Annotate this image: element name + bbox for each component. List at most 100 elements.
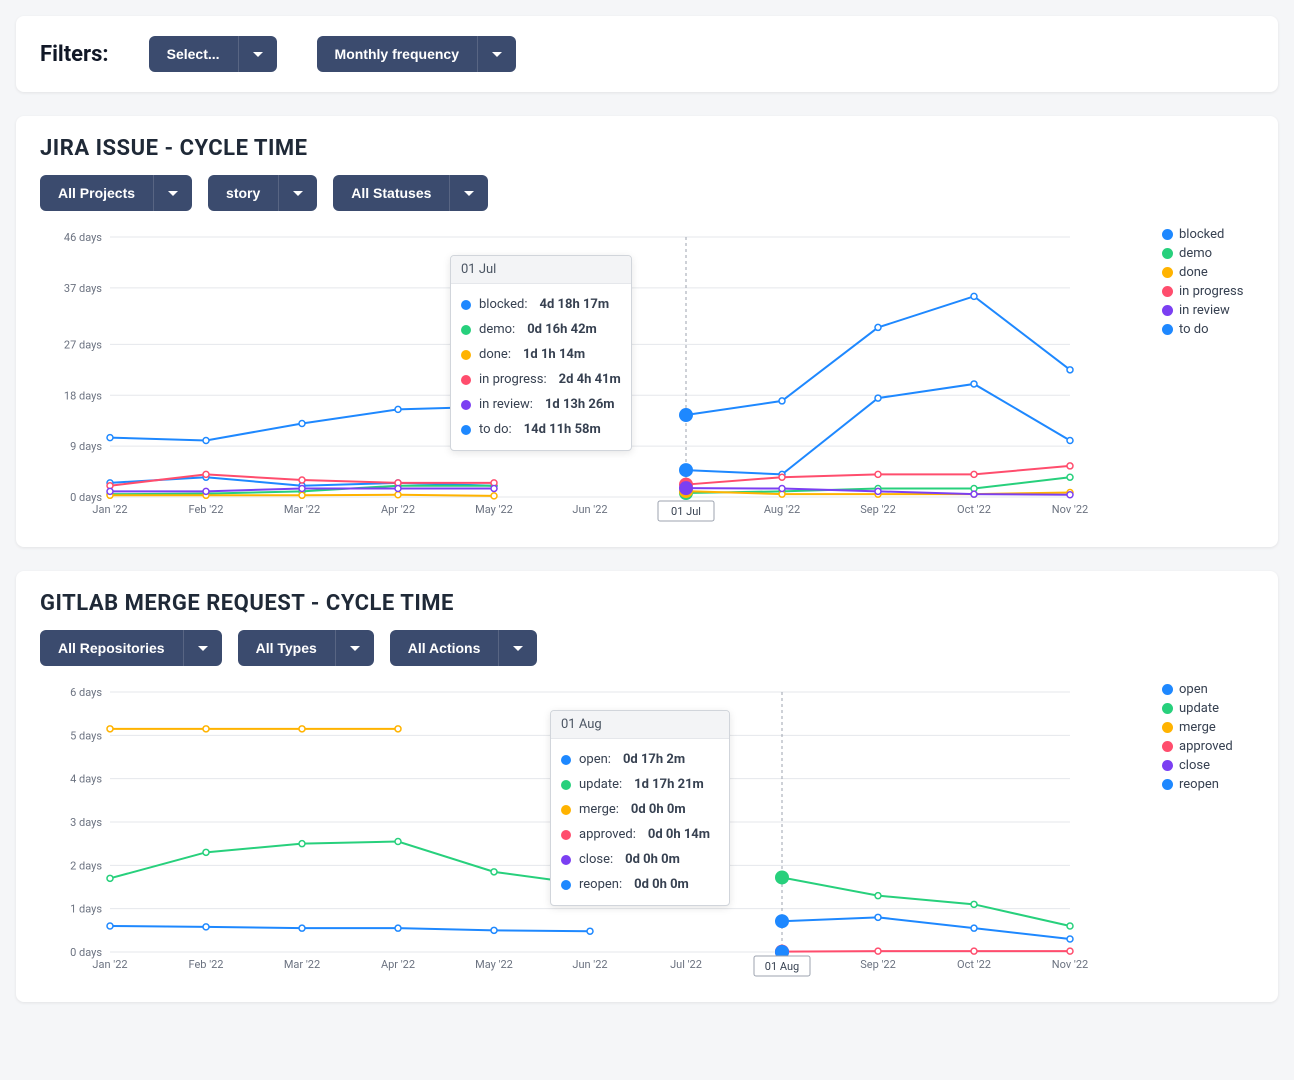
gitlab-title: GITLAB MERGE REQUEST - CYCLE TIME [40, 591, 1254, 616]
svg-text:5 days: 5 days [70, 729, 102, 742]
jira-type-button[interactable]: story [208, 175, 278, 211]
gitlab-types-caret[interactable] [335, 630, 374, 666]
jira-projects-caret[interactable] [153, 175, 192, 211]
tooltip-dot-icon [461, 375, 471, 385]
jira-type-dropdown[interactable]: story [208, 175, 317, 211]
legend-dot-icon [1162, 703, 1173, 714]
legend-item[interactable]: to do [1162, 322, 1254, 337]
chevron-down-icon [168, 191, 178, 196]
jira-projects-dropdown[interactable]: All Projects [40, 175, 192, 211]
svg-text:9 days: 9 days [70, 440, 102, 453]
chevron-down-icon [198, 646, 208, 651]
jira-type-caret[interactable] [278, 175, 317, 211]
tooltip-row: open: 0d 17h 2m [561, 747, 719, 772]
tooltip-row: approved: 0d 0h 14m [561, 822, 719, 847]
legend-label: update [1179, 701, 1219, 716]
filters-card: Filters: Select... Monthly frequency [16, 16, 1278, 92]
legend-dot-icon [1162, 267, 1173, 278]
gitlab-actions-button[interactable]: All Actions [390, 630, 499, 666]
legend-item[interactable]: done [1162, 265, 1254, 280]
legend-item[interactable]: blocked [1162, 227, 1254, 242]
gitlab-repos-button[interactable]: All Repositories [40, 630, 183, 666]
filter-frequency-caret[interactable] [477, 36, 516, 72]
legend-label: demo [1179, 246, 1212, 261]
tooltip-dot-icon [461, 400, 471, 410]
legend-item[interactable]: in review [1162, 303, 1254, 318]
tooltip-row: to do: 14d 11h 58m [461, 417, 621, 442]
tooltip-row: merge: 0d 0h 0m [561, 797, 719, 822]
filter-frequency-button[interactable]: Monthly frequency [317, 36, 477, 72]
jira-status-dropdown[interactable]: All Statuses [333, 175, 488, 211]
tooltip-row: done: 1d 1h 14m [461, 342, 621, 367]
svg-text:Oct '22: Oct '22 [957, 958, 991, 971]
gitlab-repos-dropdown[interactable]: All Repositories [40, 630, 222, 666]
legend-item[interactable]: update [1162, 701, 1254, 716]
legend-label: to do [1179, 322, 1209, 337]
legend-dot-icon [1162, 305, 1173, 316]
chevron-down-icon [253, 52, 263, 57]
tooltip-header: 01 Jul [451, 256, 631, 284]
filter-select-caret[interactable] [238, 36, 277, 72]
legend-label: done [1179, 265, 1208, 280]
svg-text:Apr '22: Apr '22 [381, 503, 415, 516]
svg-text:Jul '22: Jul '22 [670, 958, 702, 971]
svg-text:Jun '22: Jun '22 [572, 958, 607, 971]
svg-text:6 days: 6 days [70, 686, 102, 699]
legend-item[interactable]: merge [1162, 720, 1254, 735]
gitlab-chart[interactable]: 0 days1 days2 days3 days4 days5 days6 da… [40, 682, 1144, 982]
legend-item[interactable]: close [1162, 758, 1254, 773]
jira-status-caret[interactable] [449, 175, 488, 211]
jira-card: JIRA ISSUE - CYCLE TIME All Projects sto… [16, 116, 1278, 547]
legend-item[interactable]: approved [1162, 739, 1254, 754]
svg-text:46 days: 46 days [64, 231, 102, 244]
filter-select-dropdown[interactable]: Select... [149, 36, 277, 72]
svg-text:Aug '22: Aug '22 [764, 503, 800, 516]
svg-text:Oct '22: Oct '22 [957, 503, 991, 516]
tooltip-dot-icon [561, 880, 571, 890]
svg-text:Feb '22: Feb '22 [189, 503, 224, 516]
legend-label: close [1179, 758, 1210, 773]
svg-text:Sep '22: Sep '22 [860, 958, 896, 971]
legend-label: blocked [1179, 227, 1224, 242]
legend-item[interactable]: open [1162, 682, 1254, 697]
svg-text:Mar '22: Mar '22 [284, 958, 320, 971]
gitlab-actions-caret[interactable] [498, 630, 537, 666]
tooltip-dot-icon [461, 425, 471, 435]
legend-label: in review [1179, 303, 1230, 318]
jira-projects-button[interactable]: All Projects [40, 175, 153, 211]
gitlab-types-button[interactable]: All Types [238, 630, 335, 666]
filters-label: Filters: [40, 42, 109, 67]
jira-chart[interactable]: 0 days9 days18 days27 days37 days46 days… [40, 227, 1144, 527]
filter-frequency-dropdown[interactable]: Monthly frequency [317, 36, 516, 72]
legend-item[interactable]: demo [1162, 246, 1254, 261]
svg-text:Sep '22: Sep '22 [860, 503, 896, 516]
tooltip-dot-icon [461, 325, 471, 335]
gitlab-legend: open update merge approved close reopen [1144, 682, 1254, 982]
legend-dot-icon [1162, 229, 1173, 240]
filter-select-button[interactable]: Select... [149, 36, 238, 72]
tooltip-row: update: 1d 17h 21m [561, 772, 719, 797]
tooltip-dot-icon [561, 855, 571, 865]
jira-status-button[interactable]: All Statuses [333, 175, 449, 211]
legend-item[interactable]: in progress [1162, 284, 1254, 299]
svg-text:May '22: May '22 [475, 503, 513, 516]
svg-text:May '22: May '22 [475, 958, 513, 971]
gitlab-actions-dropdown[interactable]: All Actions [390, 630, 538, 666]
svg-text:Nov '22: Nov '22 [1052, 503, 1088, 516]
svg-text:01 Jul: 01 Jul [671, 505, 701, 518]
gitlab-repos-caret[interactable] [183, 630, 222, 666]
legend-dot-icon [1162, 779, 1173, 790]
gitlab-tooltip: 01 Aug open: 0d 17h 2mupdate: 1d 17h 21m… [550, 710, 730, 906]
chevron-down-icon [350, 646, 360, 651]
gitlab-card: GITLAB MERGE REQUEST - CYCLE TIME All Re… [16, 571, 1278, 1002]
chevron-down-icon [492, 52, 502, 57]
legend-dot-icon [1162, 248, 1173, 259]
svg-text:01 Aug: 01 Aug [765, 960, 799, 973]
jira-title: JIRA ISSUE - CYCLE TIME [40, 136, 1254, 161]
tooltip-dot-icon [461, 300, 471, 310]
gitlab-types-dropdown[interactable]: All Types [238, 630, 374, 666]
tooltip-dot-icon [561, 830, 571, 840]
legend-dot-icon [1162, 324, 1173, 335]
legend-item[interactable]: reopen [1162, 777, 1254, 792]
tooltip-row: in progress: 2d 4h 41m [461, 367, 621, 392]
